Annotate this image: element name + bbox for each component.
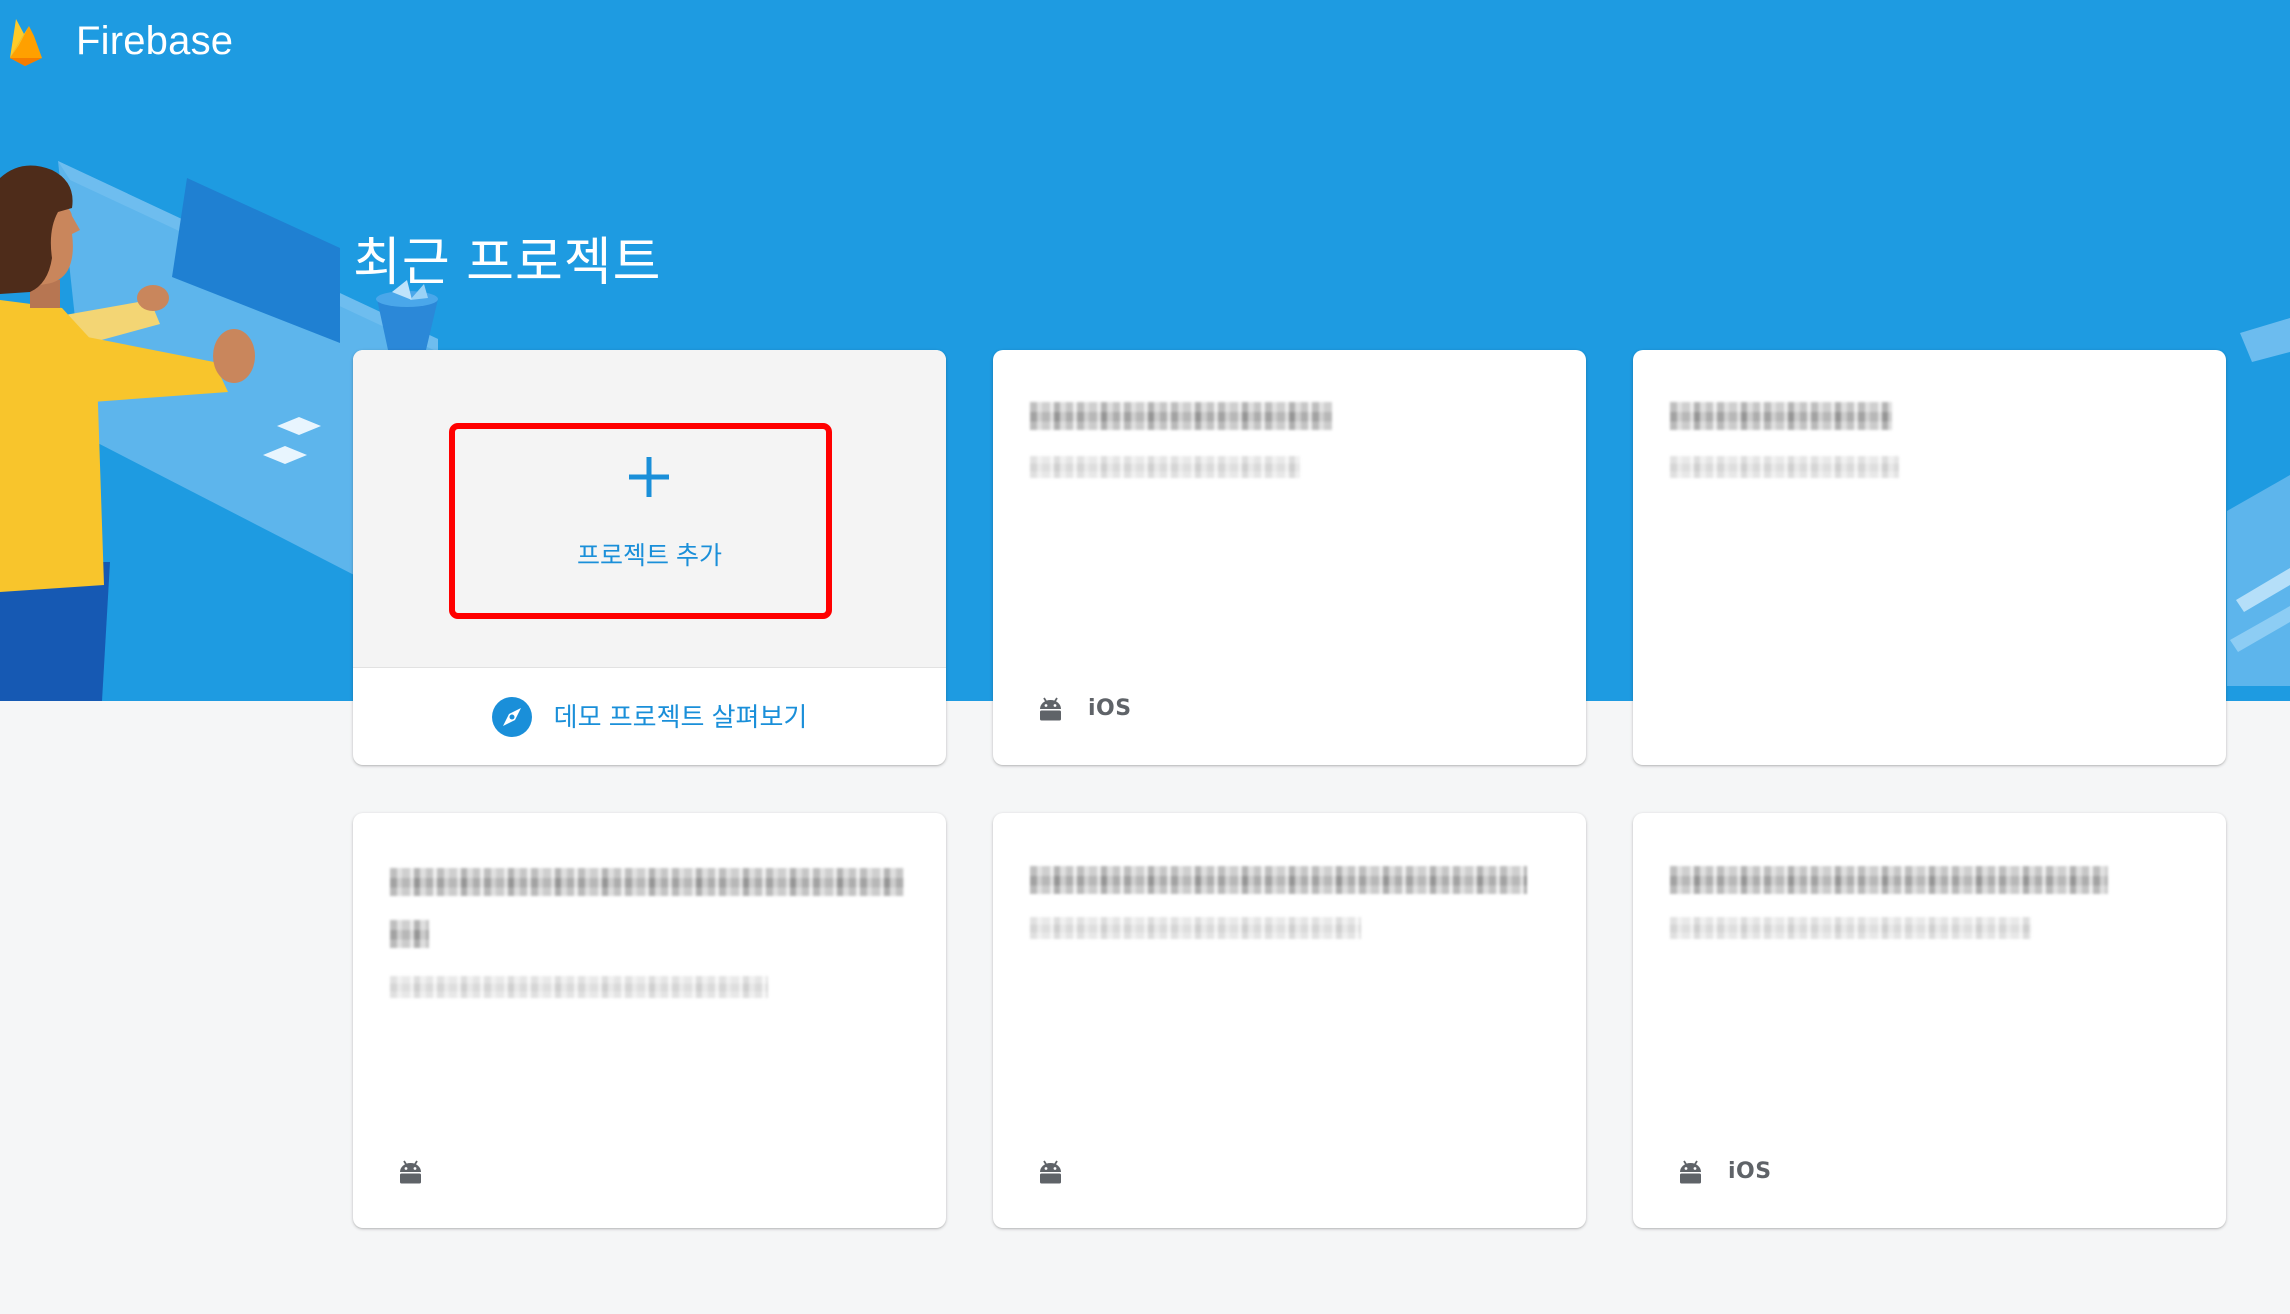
android-icon [1040,1160,1061,1184]
android-icon [1040,697,1061,721]
platform-list: iOS [1037,694,1132,724]
project-card[interactable] [353,813,946,1228]
add-project-label: 프로젝트 추가 [577,542,722,570]
project-id-redacted [1670,456,1899,478]
add-project-card: 프로젝트 추가 데모 프로젝트 살펴보기 [353,350,946,765]
demo-project-link[interactable]: 데모 프로젝트 살펴보기 [353,668,946,765]
app-name: Firebase [76,19,234,63]
project-card[interactable] [993,813,1586,1228]
android-icon [400,1160,421,1184]
project-name-redacted [1670,402,1892,430]
project-name-redacted [1030,402,1332,430]
plus-icon [629,457,669,497]
project-name-redacted [390,920,429,948]
project-name-redacted [1030,866,1527,894]
page-title: 최근 프로젝트 [353,234,662,292]
project-id-redacted [390,976,768,998]
platform-list [397,1157,424,1187]
project-id-redacted [1670,917,2031,939]
android-icon [1680,1160,1701,1184]
project-id-redacted [1030,917,1361,939]
project-name-redacted [1670,866,2108,894]
project-id-redacted [1030,456,1300,478]
ios-label: iOS [1088,696,1132,721]
add-project-button[interactable]: 프로젝트 추가 [353,350,946,668]
project-card[interactable] [1633,350,2226,765]
highlight-box [449,423,832,619]
brand[interactable]: Firebase [7,14,233,68]
firebase-flame-icon [10,19,42,66]
platform-list [1037,1157,1064,1187]
demo-project-label: 데모 프로젝트 살펴보기 [553,701,808,732]
project-card[interactable]: iOS [1633,813,2226,1228]
project-card[interactable]: iOS [993,350,1586,765]
project-name-redacted [390,868,904,896]
compass-icon [491,696,532,737]
ios-label: iOS [1728,1159,1772,1184]
platform-list: iOS [1677,1157,1772,1187]
